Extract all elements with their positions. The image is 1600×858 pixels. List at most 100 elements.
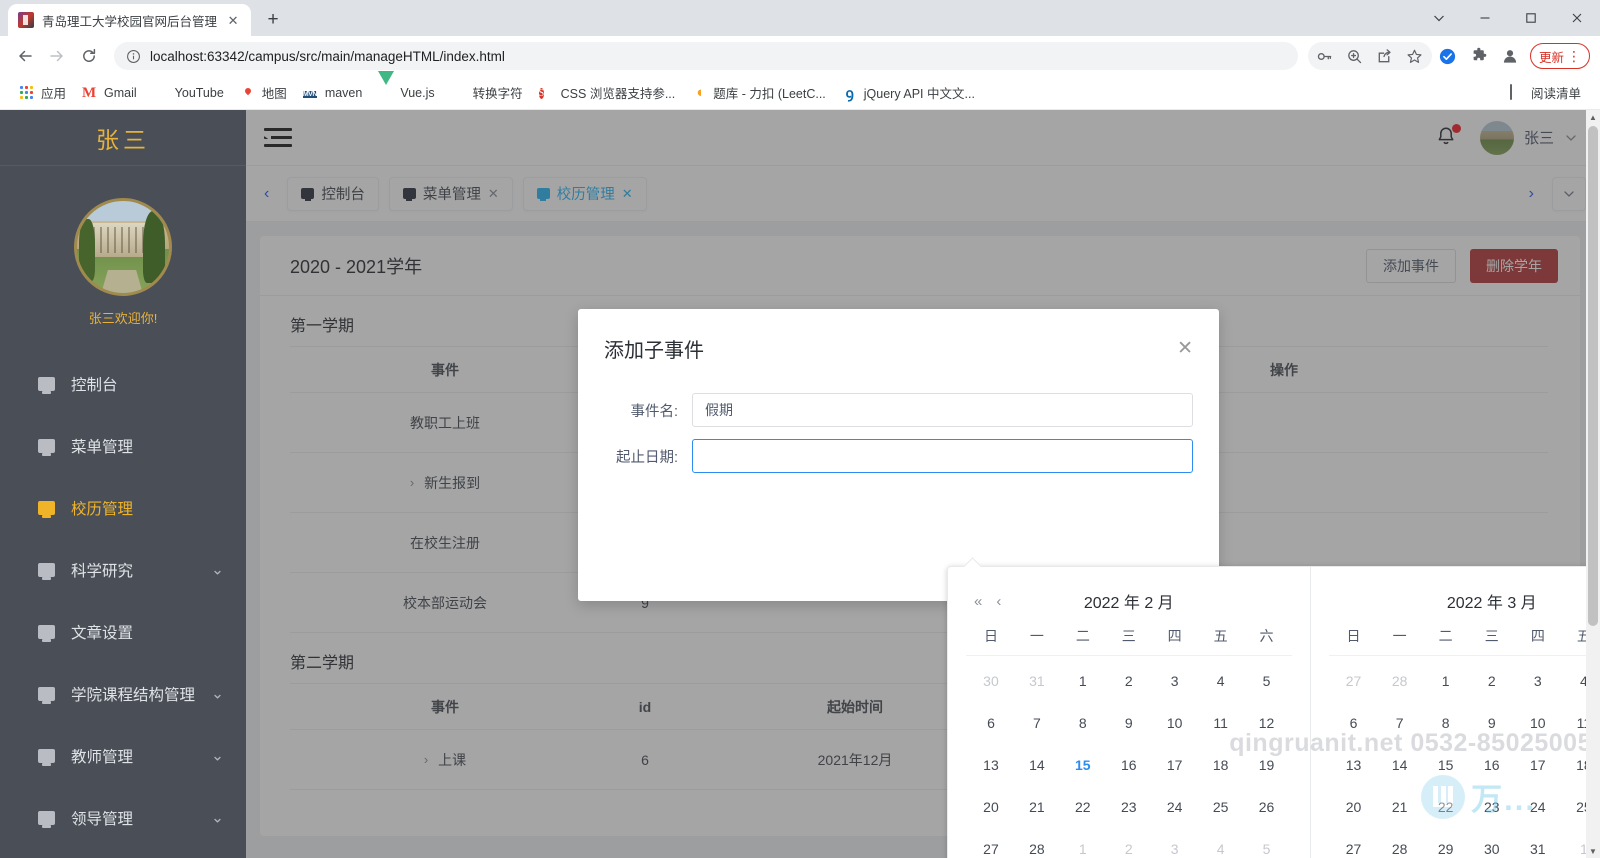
- datepicker-day[interactable]: 20: [1331, 786, 1377, 828]
- address-bar[interactable]: localhost:63342/campus/src/main/manageHT…: [114, 42, 1298, 70]
- datepicker-day[interactable]: 13: [968, 744, 1014, 786]
- sidebar-item-article-settings[interactable]: 文章设置: [0, 601, 246, 663]
- datepicker-day[interactable]: 28: [1377, 660, 1423, 702]
- datepicker-day[interactable]: 16: [1106, 744, 1152, 786]
- datepicker-day[interactable]: 14: [1014, 744, 1060, 786]
- collapse-menu-icon[interactable]: [264, 127, 292, 149]
- back-icon[interactable]: [10, 41, 40, 71]
- profile-icon[interactable]: [1495, 41, 1525, 71]
- datepicker-day[interactable]: 3: [1152, 828, 1198, 858]
- datepicker-day[interactable]: 27: [1331, 828, 1377, 858]
- datepicker-day[interactable]: 23: [1106, 786, 1152, 828]
- puzzle-icon[interactable]: [1464, 41, 1494, 71]
- datepicker-day[interactable]: 20: [968, 786, 1014, 828]
- close-icon[interactable]: ✕: [622, 186, 633, 202]
- check-shield-icon[interactable]: [1433, 41, 1463, 71]
- bookmark-maven[interactable]: MVN maven: [296, 81, 370, 105]
- datepicker-day[interactable]: 5: [1244, 828, 1290, 858]
- tab-console[interactable]: 控制台: [287, 176, 379, 211]
- page-scrollbar[interactable]: ▲ ▼: [1586, 110, 1600, 858]
- datepicker-day[interactable]: 6: [968, 702, 1014, 744]
- tabbar-next-button[interactable]: ›: [1521, 181, 1542, 207]
- sidebar-item-calendar-management[interactable]: 校历管理: [0, 477, 246, 539]
- datepicker-day[interactable]: 31: [1014, 660, 1060, 702]
- bookmark-leetcode[interactable]: ◖ 题库 - 力扣 (LeetC...: [684, 79, 833, 106]
- close-icon[interactable]: ✕: [225, 14, 241, 27]
- bookmark-vuejs[interactable]: Vue.js: [371, 70, 441, 105]
- datepicker-day[interactable]: 25: [1198, 786, 1244, 828]
- datepicker-day[interactable]: 3: [1515, 660, 1561, 702]
- date-range-input[interactable]: [692, 439, 1193, 473]
- datepicker-day[interactable]: 21: [1377, 786, 1423, 828]
- sidebar-item-leader-management[interactable]: 领导管理 ⌄: [0, 787, 246, 849]
- bookmark-jquery[interactable]: ꝯ jQuery API 中文文...: [835, 79, 982, 106]
- datepicker-day[interactable]: 2: [1469, 660, 1515, 702]
- chevron-right-icon[interactable]: ›: [410, 475, 414, 490]
- datepicker-day[interactable]: 30: [1469, 828, 1515, 858]
- datepicker-day[interactable]: 1: [1423, 660, 1469, 702]
- sidebar-item-menu-management[interactable]: 菜单管理: [0, 415, 246, 477]
- datepicker-day[interactable]: 7: [1014, 702, 1060, 744]
- share-icon[interactable]: [1370, 41, 1400, 71]
- zoom-icon[interactable]: [1340, 41, 1370, 71]
- kebab-menu-icon[interactable]: ⋮: [1567, 49, 1581, 63]
- bookmark-convert-char[interactable]: 转换字符: [444, 79, 530, 106]
- datepicker-day[interactable]: 31: [1515, 828, 1561, 858]
- tab-calendar-management[interactable]: 校历管理 ✕: [522, 176, 647, 211]
- sidebar-item-college-course-structure[interactable]: 学院课程结构管理 ⌄: [0, 663, 246, 725]
- add-event-button[interactable]: 添加事件: [1366, 248, 1456, 283]
- minimize-icon[interactable]: [1462, 2, 1508, 34]
- scroll-up-icon[interactable]: ▲: [1586, 110, 1600, 124]
- chevron-right-icon[interactable]: ›: [424, 752, 428, 767]
- maximize-icon[interactable]: [1508, 2, 1554, 34]
- bell-icon[interactable]: [1434, 123, 1461, 151]
- star-icon[interactable]: [1400, 41, 1430, 71]
- datepicker-day[interactable]: 24: [1152, 786, 1198, 828]
- event-name-input[interactable]: 假期: [692, 393, 1193, 427]
- datepicker-day[interactable]: 3: [1152, 660, 1198, 702]
- datepicker-day[interactable]: 29: [1423, 828, 1469, 858]
- datepicker-day[interactable]: 28: [1377, 828, 1423, 858]
- bookmark-maps[interactable]: 地图: [233, 79, 294, 106]
- bookmark-apps[interactable]: 应用: [12, 79, 73, 106]
- scrollbar-thumb[interactable]: [1588, 126, 1598, 626]
- window-close-icon[interactable]: [1554, 2, 1600, 34]
- new-tab-button[interactable]: +: [259, 6, 287, 34]
- tab-menu-management[interactable]: 菜单管理 ✕: [388, 176, 513, 211]
- datepicker-day[interactable]: 26: [1244, 786, 1290, 828]
- close-icon[interactable]: ✕: [488, 186, 499, 202]
- datepicker-day[interactable]: 22: [1060, 786, 1106, 828]
- datepicker-day[interactable]: 27: [1331, 660, 1377, 702]
- reading-list-button[interactable]: 阅读清单: [1502, 79, 1588, 106]
- datepicker-day[interactable]: 4: [1198, 660, 1244, 702]
- close-icon[interactable]: ✕: [1177, 339, 1193, 358]
- user-menu[interactable]: 张三: [1479, 120, 1578, 155]
- update-button[interactable]: 更新 ⋮: [1529, 43, 1590, 69]
- bookmark-css-support[interactable]: S CSS 浏览器支持参...: [532, 79, 683, 106]
- browser-tab[interactable]: 青岛理工大学校园官网后台管理 ✕: [8, 4, 252, 36]
- datepicker-day[interactable]: 15: [1060, 744, 1106, 786]
- key-icon[interactable]: [1310, 41, 1340, 71]
- tabbar-dropdown-button[interactable]: [1552, 176, 1586, 211]
- prev-year-icon[interactable]: «: [974, 593, 982, 610]
- datepicker-day[interactable]: 1: [1060, 828, 1106, 858]
- scroll-down-icon[interactable]: ▼: [1586, 844, 1600, 858]
- datepicker-day[interactable]: 1: [1060, 660, 1106, 702]
- datepicker-day[interactable]: 30: [968, 660, 1014, 702]
- bookmark-youtube[interactable]: YouTube: [146, 81, 231, 105]
- datepicker-day[interactable]: 21: [1014, 786, 1060, 828]
- datepicker-day[interactable]: 8: [1060, 702, 1106, 744]
- chevron-down-icon[interactable]: [1416, 2, 1462, 34]
- sidebar-item-teacher-management[interactable]: 教师管理 ⌄: [0, 725, 246, 787]
- delete-year-button[interactable]: 删除学年: [1470, 248, 1558, 283]
- datepicker-day[interactable]: 10: [1152, 702, 1198, 744]
- datepicker-day[interactable]: 9: [1106, 702, 1152, 744]
- datepicker-day[interactable]: 2: [1106, 660, 1152, 702]
- sidebar-item-research[interactable]: 科学研究 ⌄: [0, 539, 246, 601]
- datepicker-day[interactable]: 17: [1152, 744, 1198, 786]
- sidebar-item-console[interactable]: 控制台: [0, 353, 246, 415]
- datepicker-day[interactable]: 27: [968, 828, 1014, 858]
- datepicker-day[interactable]: 4: [1198, 828, 1244, 858]
- forward-icon[interactable]: [42, 41, 72, 71]
- datepicker-day[interactable]: 5: [1244, 660, 1290, 702]
